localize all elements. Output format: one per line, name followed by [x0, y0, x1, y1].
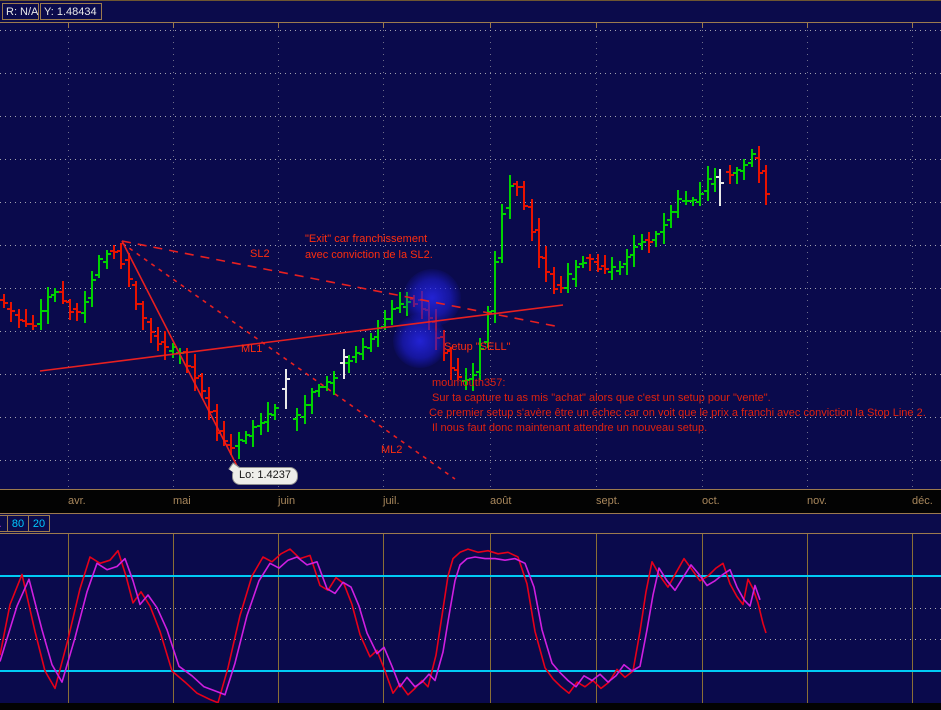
comment-author: moumouth357: — [432, 377, 505, 389]
sl2-line-label: SL2 — [250, 248, 270, 260]
month-label: nov. — [807, 495, 827, 507]
low-price-tooltip: Lo: 1.4237 — [232, 467, 298, 485]
cursor-y-readout: Y: 1.48434 — [40, 3, 102, 20]
cursor-r-readout: R: N/A — [2, 3, 39, 20]
overbought-param-box[interactable]: 80 — [7, 515, 29, 532]
month-label: mai — [173, 495, 191, 507]
comment-line2: Sur ta capture tu as mis "achat" alors q… — [432, 392, 771, 404]
bottom-strip — [0, 703, 941, 710]
month-label: sept. — [596, 495, 620, 507]
stochastic-%K-line — [0, 549, 766, 703]
exit-annotation-line2: avec conviction de la SL2. — [305, 249, 433, 261]
annotation-layer: "Exit" car franchissement avec convictio… — [0, 23, 941, 490]
month-label: juin — [278, 495, 295, 507]
exit-annotation-line1: "Exit" car franchissement — [305, 233, 427, 245]
setup-sell-label: Setup "SELL" — [444, 341, 511, 353]
month-label: déc. — [912, 495, 933, 507]
month-label: août — [490, 495, 511, 507]
trading-chart-window: R: N/A Y: 1.48434 "Exit" car franchissem… — [0, 0, 941, 710]
month-label: oct. — [702, 495, 720, 507]
comment-line3: Ce premier setup s'avère être un échec c… — [429, 407, 926, 419]
cursor-readout-bar: R: N/A Y: 1.48434 — [0, 1, 941, 23]
stochastic-%D-line — [0, 557, 760, 695]
stochastic-lines — [0, 534, 941, 703]
comment-line4: Il nous faut donc maintenant attendre un… — [432, 422, 707, 434]
price-chart-panel[interactable]: "Exit" car franchissement avec convictio… — [0, 23, 941, 490]
month-label: avr. — [68, 495, 86, 507]
month-label: juil. — [383, 495, 400, 507]
ml1-line-label: ML1 — [241, 343, 262, 355]
stochastic-panel[interactable] — [0, 534, 941, 703]
time-axis[interactable]: avr. mai juin juil. août sept. oct. nov. déc. — [0, 490, 941, 513]
ml2-line-label: ML2 — [381, 444, 402, 456]
stochastic-header-bar: A 80 20 — [0, 513, 941, 534]
oversold-param-box[interactable]: 20 — [28, 515, 50, 532]
